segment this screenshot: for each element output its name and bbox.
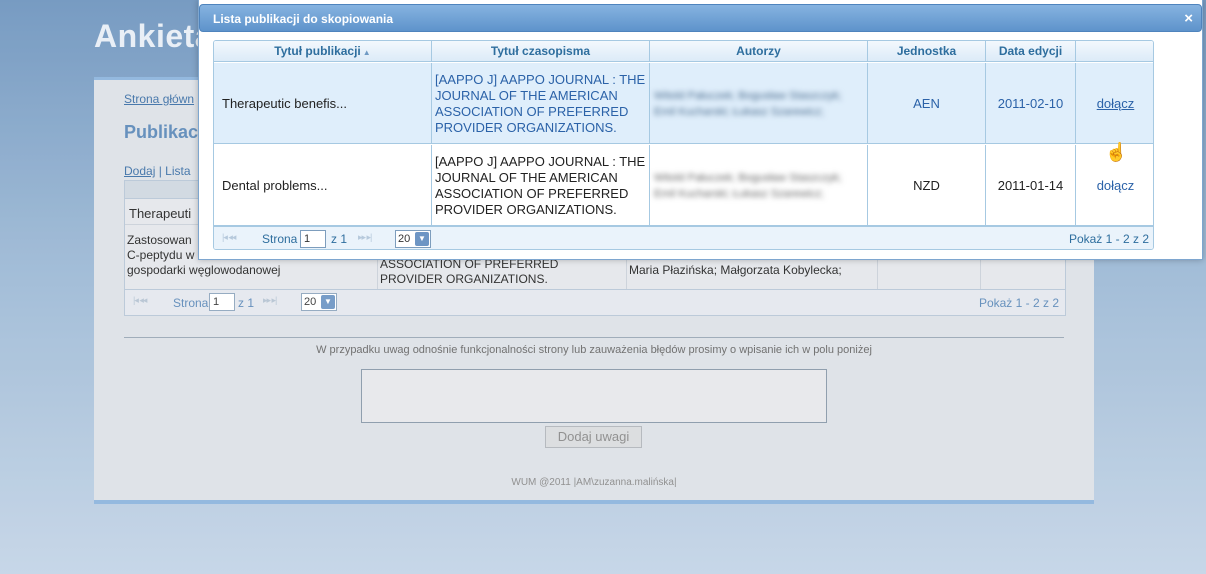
column-header-unit[interactable]: Jednostka bbox=[868, 41, 986, 62]
page-number-input[interactable]: 1 bbox=[300, 230, 326, 248]
column-header-label: Tytuł publikacji bbox=[274, 44, 361, 58]
cell-journal-title: [AAPPO J] AAPPO JOURNAL : THE JOURNAL OF… bbox=[432, 145, 650, 226]
column-header-authors[interactable]: Autorzy bbox=[650, 41, 868, 62]
last-page-icon[interactable]: ▸▸ ▸| bbox=[358, 232, 372, 243]
cell-publication-title: Dental problems... bbox=[214, 145, 432, 226]
page-size-value: 20 bbox=[398, 233, 411, 245]
grid-pager: |◂ ◂◂ Strona 1 z 1 ▸▸ ▸| 20 ▼ Pokaż 1 - … bbox=[214, 226, 1153, 249]
cell-date: 2011-02-10 bbox=[986, 63, 1076, 144]
close-icon[interactable]: × bbox=[1184, 10, 1193, 27]
cell-unit: AEN bbox=[868, 63, 986, 144]
chevron-down-icon: ▼ bbox=[415, 232, 429, 246]
cell-journal-title: [AAPPO J] AAPPO JOURNAL : THE JOURNAL OF… bbox=[432, 63, 650, 144]
copy-publications-dialog: Lista publikacji do skopiowania × Tytuł … bbox=[198, 0, 1203, 260]
pager-summary: Pokaż 1 - 2 z 2 bbox=[1068, 232, 1149, 246]
cell-unit: NZD bbox=[868, 145, 986, 226]
cell-date: 2011-01-14 bbox=[986, 145, 1076, 226]
dialog-titlebar[interactable]: Lista publikacji do skopiowania × bbox=[199, 4, 1202, 32]
authors-text-blurred: Witold Pałuczek; Bogusław Staszczyk; Emi… bbox=[654, 89, 842, 118]
cell-action: dołącz bbox=[1076, 63, 1153, 144]
mouse-cursor-icon: ☝ bbox=[1105, 142, 1128, 162]
journal-text: [AAPPO J] AAPPO JOURNAL : THE JOURNAL OF… bbox=[435, 71, 646, 135]
page-count-label: z 1 bbox=[331, 232, 348, 246]
attach-link[interactable]: dołącz bbox=[1097, 96, 1135, 111]
cell-authors: Witold Pałuczek; Bogusław Staszczyk; Emi… bbox=[650, 145, 868, 226]
column-header-action bbox=[1076, 41, 1153, 62]
authors-text-blurred: Witold Pałuczek; Bogusław Staszczyk; Emi… bbox=[654, 171, 842, 200]
journal-text: [AAPPO J] AAPPO JOURNAL : THE JOURNAL OF… bbox=[435, 153, 646, 217]
first-page-icon[interactable]: |◂ ◂◂ bbox=[222, 232, 236, 243]
table-row[interactable]: Dental problems... [AAPPO J] AAPPO JOURN… bbox=[214, 145, 1153, 226]
cell-authors: Witold Pałuczek; Bogusław Staszczyk; Emi… bbox=[650, 63, 868, 144]
publications-grid: Tytuł publikacji ▲ Tytuł czasopisma Autor… bbox=[213, 40, 1154, 250]
page-label: Strona bbox=[262, 232, 298, 246]
cell-publication-title: Therapeutic benefis... bbox=[214, 63, 432, 144]
table-row[interactable]: Therapeutic benefis... [AAPPO J] AAPPO J… bbox=[214, 63, 1153, 144]
column-header-journal[interactable]: Tytuł czasopisma bbox=[432, 41, 650, 62]
dialog-title: Lista publikacji do skopiowania bbox=[213, 12, 394, 26]
attach-link[interactable]: dołącz bbox=[1097, 178, 1135, 193]
column-header-publication[interactable]: Tytuł publikacji ▲ bbox=[214, 41, 432, 62]
sort-asc-icon: ▲ bbox=[362, 48, 371, 57]
column-header-date[interactable]: Data edycji bbox=[986, 41, 1076, 62]
grid-header: Tytuł publikacji ▲ Tytuł czasopisma Autor… bbox=[214, 41, 1153, 62]
page-size-select[interactable]: 20 ▼ bbox=[395, 230, 431, 248]
